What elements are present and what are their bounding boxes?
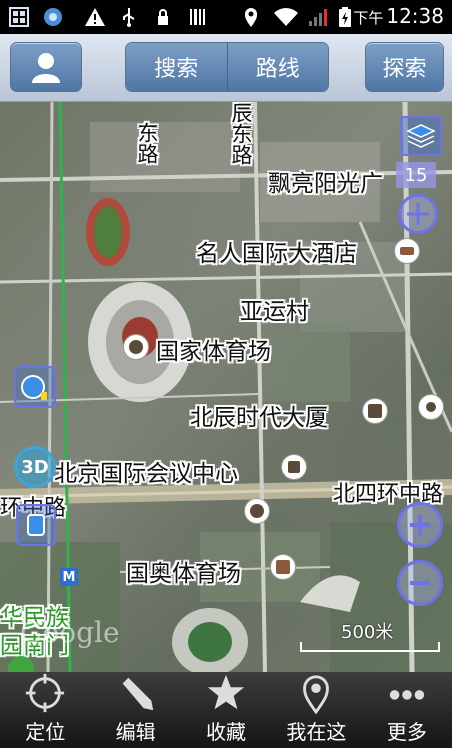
lock-icon [158,9,168,25]
map-view[interactable]: 东路 辰东路 飘亮阳光广 名人国际大酒店 亚运村 国家体育场 北辰时代大厦 北京… [0,102,452,672]
favorite-label: 收藏 [206,720,247,744]
im-here-label: 我在这 [286,720,347,744]
sports-poi-icon[interactable] [244,498,270,524]
location-icon [245,8,257,27]
zoom-in-icon [410,515,430,535]
search-button[interactable]: 搜索 [126,43,227,91]
place-label-piaoliang: 飘亮阳光广 [268,171,383,197]
google-watermark: Google [20,616,120,649]
satellite-button[interactable] [14,366,56,408]
building-poi-icon[interactable] [362,398,388,424]
time-value: 12:38 [386,4,444,28]
explore-button[interactable]: 探索 [365,42,444,92]
edit-label: 编辑 [115,720,156,744]
usb-icon [123,8,135,27]
clock: 下午 12:38 [353,4,444,28]
grid-icon [9,7,29,27]
traffic-button[interactable] [16,504,56,546]
zoom-level-indicator: 15 [396,162,436,188]
more-label: 更多 [386,720,427,744]
locate-label: 定位 [25,720,66,744]
edit-button[interactable]: 编辑 [90,672,180,748]
metro-badge: M [60,568,78,586]
stadium2-poi-icon[interactable] [270,554,296,580]
signal-icon [309,9,327,26]
compass-icon [407,203,429,225]
place-label-yayuncun: 亚运村 [240,299,309,325]
pencil-icon [122,677,153,711]
time-period: 下午 [353,9,384,27]
im-here-button[interactable]: 我在这 [271,672,361,748]
browser-icon [44,8,62,26]
top-toolbar: 搜索 路线 探索 [0,34,452,102]
layers-button[interactable] [400,116,442,156]
place-label-conference: 北京国际会议中心 [54,461,238,487]
zoom-out-icon [410,581,430,585]
landmark-poi-icon[interactable] [281,454,307,480]
satellite-icon [21,375,47,400]
more-button[interactable]: 更多 [362,672,452,748]
user-icon [32,53,60,83]
pin-icon [303,675,330,714]
music-poi-icon[interactable] [418,394,444,420]
layers-icon [406,124,436,148]
bottom-toolbar: 定位 编辑 收藏 我在这 更多 [0,672,452,748]
hotel-poi-icon[interactable] [394,238,420,264]
place-label-beichen: 北辰时代大厦 [190,405,328,431]
traffic-icon [27,514,45,536]
wifi-icon [274,8,298,26]
3d-mode-button[interactable]: 3D [14,446,56,488]
route-button[interactable]: 路线 [226,43,328,91]
place-label-aoti: 国奥体育场 [126,561,241,587]
zoom-in-button[interactable] [397,502,443,548]
search-route-segment: 搜索 路线 [125,42,329,92]
favorite-button[interactable]: 收藏 [181,672,271,748]
road-label-east: 东路 [135,122,159,164]
compass-button[interactable] [398,194,438,234]
user-button[interactable] [10,42,82,92]
locate-icon [26,673,65,713]
place-label-stadium: 国家体育场 [156,339,271,365]
zoom-out-button[interactable] [397,560,443,606]
3d-label: 3D [21,456,49,478]
warning-icon [85,8,105,26]
locate-button[interactable]: 定位 [0,672,90,748]
stadium-poi-icon[interactable] [123,334,149,360]
status-bar: 下午 12:38 [0,0,452,34]
star-icon [207,674,245,710]
scale-label: 500米 [341,622,394,643]
place-label-hotel: 名人国际大酒店 [196,241,357,267]
barcode-icon [190,9,205,25]
road-label-chen-east: 辰东路 [229,102,253,165]
scale-bar [300,642,440,652]
more-icon [389,690,425,700]
